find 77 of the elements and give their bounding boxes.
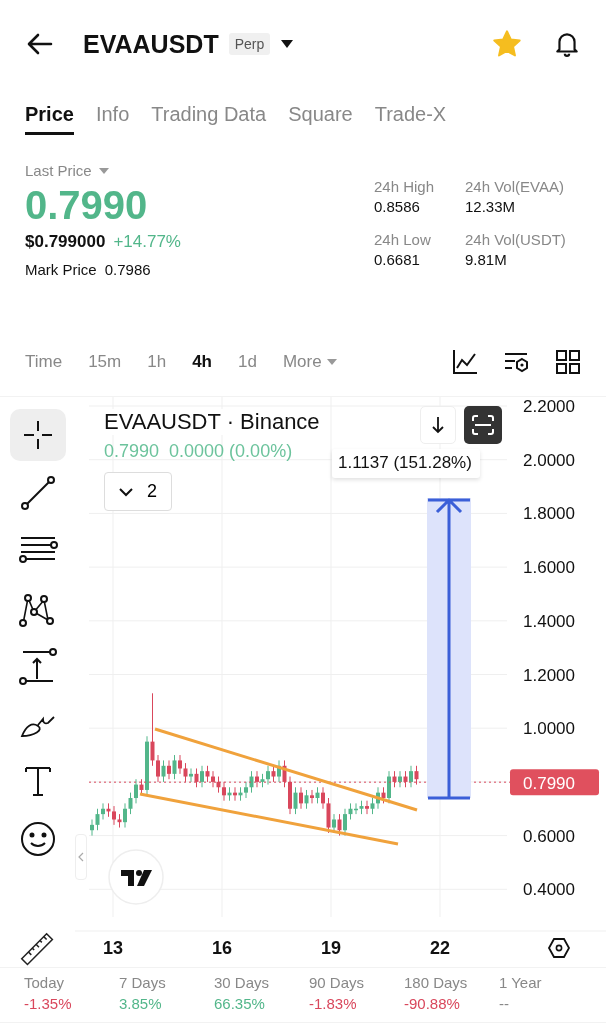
measure-drawing[interactable] <box>426 497 472 800</box>
date-axis-label: 22 <box>430 938 450 958</box>
chart-legend-title: EVAAUSDT · Binance <box>104 409 320 435</box>
star-icon[interactable] <box>492 29 522 59</box>
period-label: Today <box>24 974 66 991</box>
stat-label: 24h Low <box>374 231 432 248</box>
fullscreen-icon <box>472 415 494 435</box>
period-return: -1.35% <box>24 995 73 1012</box>
legend-change: 0.0000 (0.00%) <box>169 441 293 462</box>
trend-line[interactable] <box>154 727 418 812</box>
price-tag-text: 0.7990 <box>523 774 575 794</box>
stat-label: 24h Vol(EVAA) <box>465 178 565 195</box>
stat-value: 0.6681 <box>374 251 421 268</box>
legend-price: 0.7990 <box>104 441 160 462</box>
interval-tab[interactable]: 1h <box>147 352 167 372</box>
fullscreen-button[interactable] <box>464 406 502 444</box>
price-type-selector[interactable]: Last Price <box>25 162 92 179</box>
settings-icon[interactable] <box>547 938 571 958</box>
period-return: -1.83% <box>309 995 358 1012</box>
indicator-count: 2 <box>147 481 157 502</box>
period-label: 180 Days <box>404 974 469 991</box>
period-return: -- <box>499 995 510 1012</box>
crosshair-tool[interactable] <box>9 409 66 461</box>
stat-value: 0.8586 <box>374 198 421 215</box>
price-axis-label: 1.2000 <box>523 665 575 685</box>
period-label: 1 Year <box>499 974 543 991</box>
period-return: 66.35% <box>214 995 266 1012</box>
period-return: -90.88% <box>404 995 461 1012</box>
more-dropdown[interactable]: More <box>282 352 322 372</box>
caret-icon[interactable] <box>280 39 295 49</box>
tab[interactable]: Trading Data <box>151 88 267 135</box>
price-axis-label: 0.4000 <box>523 880 575 900</box>
interval-tab[interactable]: Time <box>25 352 63 372</box>
price-axis-label: 1.4000 <box>523 611 575 631</box>
grid-layout-icon[interactable] <box>556 350 580 374</box>
interval-tab[interactable]: 4h <box>192 352 212 372</box>
interval-tab[interactable]: 1d <box>238 352 257 372</box>
period-label: 7 Days <box>119 974 167 991</box>
down-arrow-icon <box>431 416 445 434</box>
price-axis-label: 0.6000 <box>523 826 575 846</box>
price-axis-label: 1.8000 <box>523 504 575 524</box>
mark-price-value: 0.7986 <box>104 261 151 278</box>
stat-label: 24h Vol(USDT) <box>465 231 567 248</box>
stat-value: 12.33M <box>465 198 517 215</box>
tab[interactable]: Info <box>95 88 130 135</box>
stat-value: 9.81M <box>465 251 508 268</box>
price-axis-label: 2.0000 <box>523 450 575 470</box>
bell-icon[interactable] <box>554 30 580 58</box>
date-axis-label: 19 <box>321 938 341 958</box>
measure-tooltip: 1.1137 (151.28%) <box>332 449 480 478</box>
chevron-icon <box>78 852 84 862</box>
back-icon[interactable] <box>27 33 53 55</box>
period-return: 3.85% <box>119 995 163 1012</box>
stat-label: 24h High <box>374 178 436 195</box>
price-axis-label: 1.6000 <box>523 558 575 578</box>
date-axis-label: 16 <box>212 938 232 958</box>
indicator-icon[interactable] <box>452 349 478 375</box>
indicator-toggle[interactable]: 2 <box>104 472 172 511</box>
mark-price-label: Mark Price <box>25 261 97 278</box>
last-price: 0.7990 <box>25 183 149 228</box>
tab[interactable]: Trade-X <box>374 88 447 135</box>
price-axis-label: 2.2000 <box>523 397 575 416</box>
tab[interactable]: Price <box>25 88 74 135</box>
trend-line[interactable] <box>139 792 399 846</box>
period-label: 30 Days <box>214 974 271 991</box>
usd-price: $0.799000 <box>25 232 106 252</box>
symbol-title: EVAAUSDT <box>83 29 219 59</box>
scroll-down-button[interactable] <box>420 406 456 444</box>
price-axis-label: 1.0000 <box>523 719 575 739</box>
interval-tab[interactable]: 15m <box>88 352 122 372</box>
tab[interactable]: Square <box>288 88 353 135</box>
chevron-icon <box>119 486 133 497</box>
period-label: 90 Days <box>309 974 366 991</box>
price-change: +14.77% <box>113 232 181 252</box>
date-axis-label: 13 <box>103 938 123 958</box>
measure-icon <box>17 645 58 686</box>
contract-badge: Perp <box>228 33 271 55</box>
